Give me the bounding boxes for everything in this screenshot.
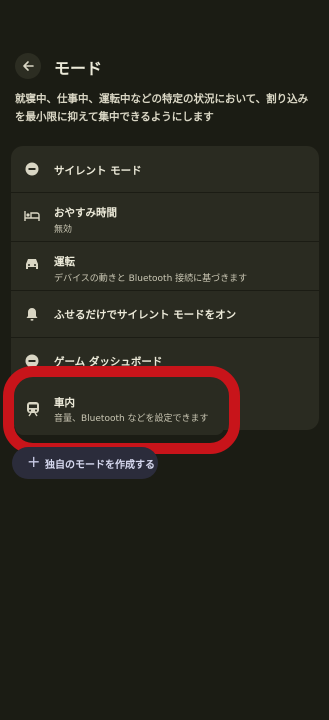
create-mode-button[interactable]: + 独自のモードを作成する	[12, 447, 158, 479]
mode-item-driving[interactable]: 運転 デバイスの動きと Bluetooth 接続に基づきます	[11, 242, 319, 291]
header: モード	[0, 48, 329, 84]
bed-icon	[24, 207, 40, 223]
mode-subtitle: 無効	[54, 225, 73, 235]
plus-icon: +	[27, 452, 41, 471]
flip-bell-icon	[24, 306, 40, 322]
mode-item-bedtime[interactable]: おやすみ時間 無効	[11, 193, 319, 242]
back-arrow-icon	[23, 61, 34, 71]
create-mode-label: 独自のモードを作成する	[45, 460, 155, 471]
mode-title: サイレント モード	[54, 165, 142, 177]
page-title: モード	[54, 59, 103, 78]
mode-title: 運転	[54, 256, 75, 268]
mode-subtitle: デバイスの動きと Bluetooth 接続に基づきます	[54, 274, 248, 284]
mode-item-flip-to-silent[interactable]: ふせるだけでサイレント モードをオン	[11, 291, 319, 338]
highlight-annotation	[3, 366, 240, 454]
mode-title: おやすみ時間	[54, 207, 117, 219]
page-description: 就寝中、仕事中、運転中などの特定の状況において、割り込みを最小限に抑えて集中でき…	[15, 93, 309, 123]
mode-title: ふせるだけでサイレント モードをオン	[54, 309, 237, 321]
mode-item-silent[interactable]: サイレント モード	[11, 146, 319, 193]
back-button[interactable]	[15, 53, 41, 79]
car-icon	[24, 256, 40, 272]
do-not-disturb-icon	[24, 161, 40, 177]
